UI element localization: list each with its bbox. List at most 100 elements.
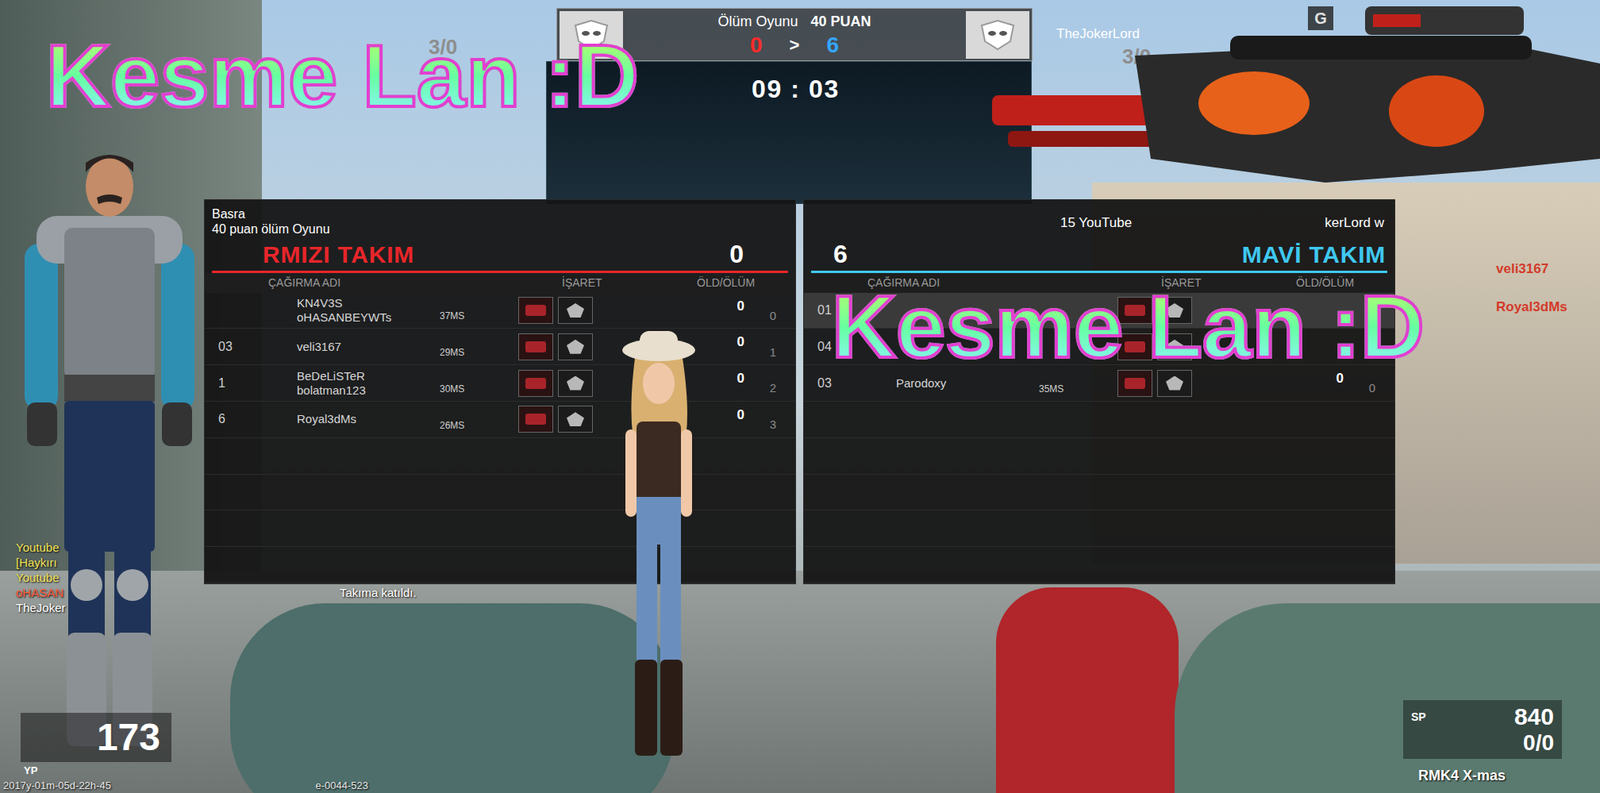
- team-name: MAVİ TAKIM: [1242, 236, 1388, 273]
- clan-badge-icon: [518, 296, 554, 324]
- empty-row: [803, 510, 1395, 547]
- girl-figure-icon: [603, 326, 715, 756]
- panel-header: 15 YouTubekerLord wMAVİ TAKIM6: [803, 200, 1395, 274]
- badges: [518, 296, 614, 324]
- badges: [518, 333, 614, 361]
- chat-line: Youtube: [15, 569, 493, 585]
- deaths: 0: [1343, 379, 1376, 401]
- team-score: 6: [811, 234, 848, 274]
- blue-score: 6: [826, 32, 839, 58]
- mode-name: 40 puan ölüm Oyunu: [211, 221, 789, 237]
- left-glove: [230, 603, 675, 793]
- kill-feed: veli3167 Royal3dMs: [1496, 258, 1568, 317]
- overlay-title: Kesme Lan :D: [46, 31, 639, 121]
- column-title[interactable]: ÇAĞIRMA ADI: [268, 274, 562, 292]
- score-separator: >: [789, 32, 800, 58]
- kill-feed-entry: veli3167: [1496, 258, 1568, 280]
- hp-label: YP: [23, 762, 38, 779]
- mode-label: Ölüm Oyunu: [717, 11, 798, 33]
- rank: 6: [218, 409, 297, 429]
- badges: [518, 405, 614, 433]
- chat-line: TheJoker: [15, 600, 493, 616]
- empty-row: [204, 510, 796, 547]
- player-row[interactable]: KN4V3SoHASANBEYWTs37MS 00: [204, 292, 796, 330]
- game-screen: Ölüm Oyunu40 PUAN0>609 : 033/0TheJokerLo…: [0, 0, 1600, 793]
- player-name: Parodoxy: [896, 376, 1039, 391]
- room-title: 15 YouTubekerLord w: [811, 207, 1388, 239]
- clan-badge-icon: [518, 369, 554, 397]
- kill-feed-entry: Royal3dMs: [1496, 296, 1568, 318]
- hp-box: 173: [20, 712, 172, 762]
- ping: 26MS: [439, 418, 480, 438]
- ping: 30MS: [439, 381, 480, 401]
- deaths: 3: [744, 415, 777, 438]
- rank-badge-icon: [557, 296, 593, 324]
- team-title-row: RMIZI TAKIM0: [211, 238, 789, 274]
- timestamp: 2017y-01m-05d-22h-45e-0044-523: [3, 777, 369, 793]
- rank-badge-icon: [557, 369, 593, 397]
- map-name: Basra: [211, 206, 789, 222]
- player-row[interactable]: 6Royal3dMs26MS 03: [204, 401, 796, 439]
- rank-badge-icon: [1157, 369, 1193, 397]
- team-score: 0: [729, 234, 789, 274]
- sp-label: SP: [1411, 708, 1427, 726]
- chat-line: [Haykırı: [15, 554, 493, 570]
- kills: 0: [720, 401, 745, 426]
- column-header: ÇAĞIRMA ADIİŞARETÖLD/ÖLÜM: [204, 273, 796, 293]
- team-name: RMIZI TAKIM: [211, 236, 415, 273]
- team-title-row: MAVİ TAKIM6: [811, 238, 1388, 274]
- player-row[interactable]: 1BeDeLiSTeRbolatman12330MS02: [204, 365, 796, 402]
- ping: 29MS: [439, 345, 480, 365]
- deaths: 2: [744, 379, 777, 401]
- player-row[interactable]: 03veli316729MS01: [204, 328, 796, 366]
- player-name: veli3167: [296, 339, 440, 354]
- chat-line: Youtube: [15, 539, 493, 555]
- hp-value: 173: [96, 718, 161, 757]
- weapon-name: RMK4 X-mas: [1418, 765, 1506, 787]
- empty-row: [803, 401, 1395, 439]
- deaths: 1: [744, 343, 777, 366]
- rank: 03: [817, 373, 897, 393]
- soldier-figure-icon: [20, 140, 199, 747]
- empty-row: [204, 438, 796, 475]
- chat-log: Youtube[HaykırıYoutubeoHASANTakıma katıl…: [15, 539, 493, 616]
- team-panel: 15 YouTubekerLord wMAVİ TAKIM6ÇAĞIRMA AD…: [803, 199, 1396, 585]
- top-player-name: TheJokerLord: [1056, 23, 1140, 45]
- column-title[interactable]: ÖLD/ÖLÜM: [696, 274, 796, 292]
- rank: 1: [218, 373, 297, 393]
- sp-value: 840: [1514, 703, 1554, 731]
- rank-badge-icon: [557, 405, 593, 433]
- corner-key: G: [1307, 6, 1334, 31]
- ping: 37MS: [439, 308, 480, 328]
- chat-tail: Takıma katıldı.: [339, 584, 417, 600]
- round-timer: 09 : 03: [745, 69, 847, 108]
- kills: 0: [720, 292, 745, 317]
- chat-line: oHASANTakıma katıldı.: [15, 584, 493, 600]
- clan-badge-icon: [518, 405, 554, 433]
- badges: [1117, 369, 1213, 397]
- team-emblem-icon: [976, 17, 1019, 53]
- empty-row: [204, 546, 796, 584]
- knife: [996, 587, 1179, 793]
- player-name: Royal3dMs: [296, 411, 440, 427]
- rifle-picture-icon: [992, 0, 1600, 199]
- target-label: 40 PUAN: [811, 11, 872, 33]
- team-panel: Basra40 puan ölüm OyunuRMIZI TAKIM0ÇAĞIR…: [203, 199, 797, 585]
- red-score: 0: [750, 32, 763, 58]
- ping: 35MS: [1038, 381, 1079, 401]
- player-name: KN4V3SoHASANBEYWTs: [296, 296, 440, 325]
- clan-badge-icon: [1117, 369, 1153, 397]
- badges: [518, 369, 614, 397]
- column-title[interactable]: İŞARET: [561, 274, 697, 292]
- empty-row: [204, 474, 796, 512]
- empty-row: [803, 546, 1395, 584]
- deaths: 0: [744, 307, 777, 329]
- panel-header: Basra40 puan ölüm OyunuRMIZI TAKIM0: [204, 200, 796, 274]
- sp-box: SP8400/0: [1403, 700, 1562, 759]
- scoreboard: Basra40 puan ölüm OyunuRMIZI TAKIM0ÇAĞIR…: [203, 199, 1396, 585]
- empty-row: [803, 438, 1395, 475]
- player-name: BeDeLiSTeRbolatman123: [296, 369, 440, 398]
- empty-row: [803, 474, 1395, 512]
- kills: 0: [720, 328, 745, 353]
- clan-badge-icon: [518, 333, 554, 361]
